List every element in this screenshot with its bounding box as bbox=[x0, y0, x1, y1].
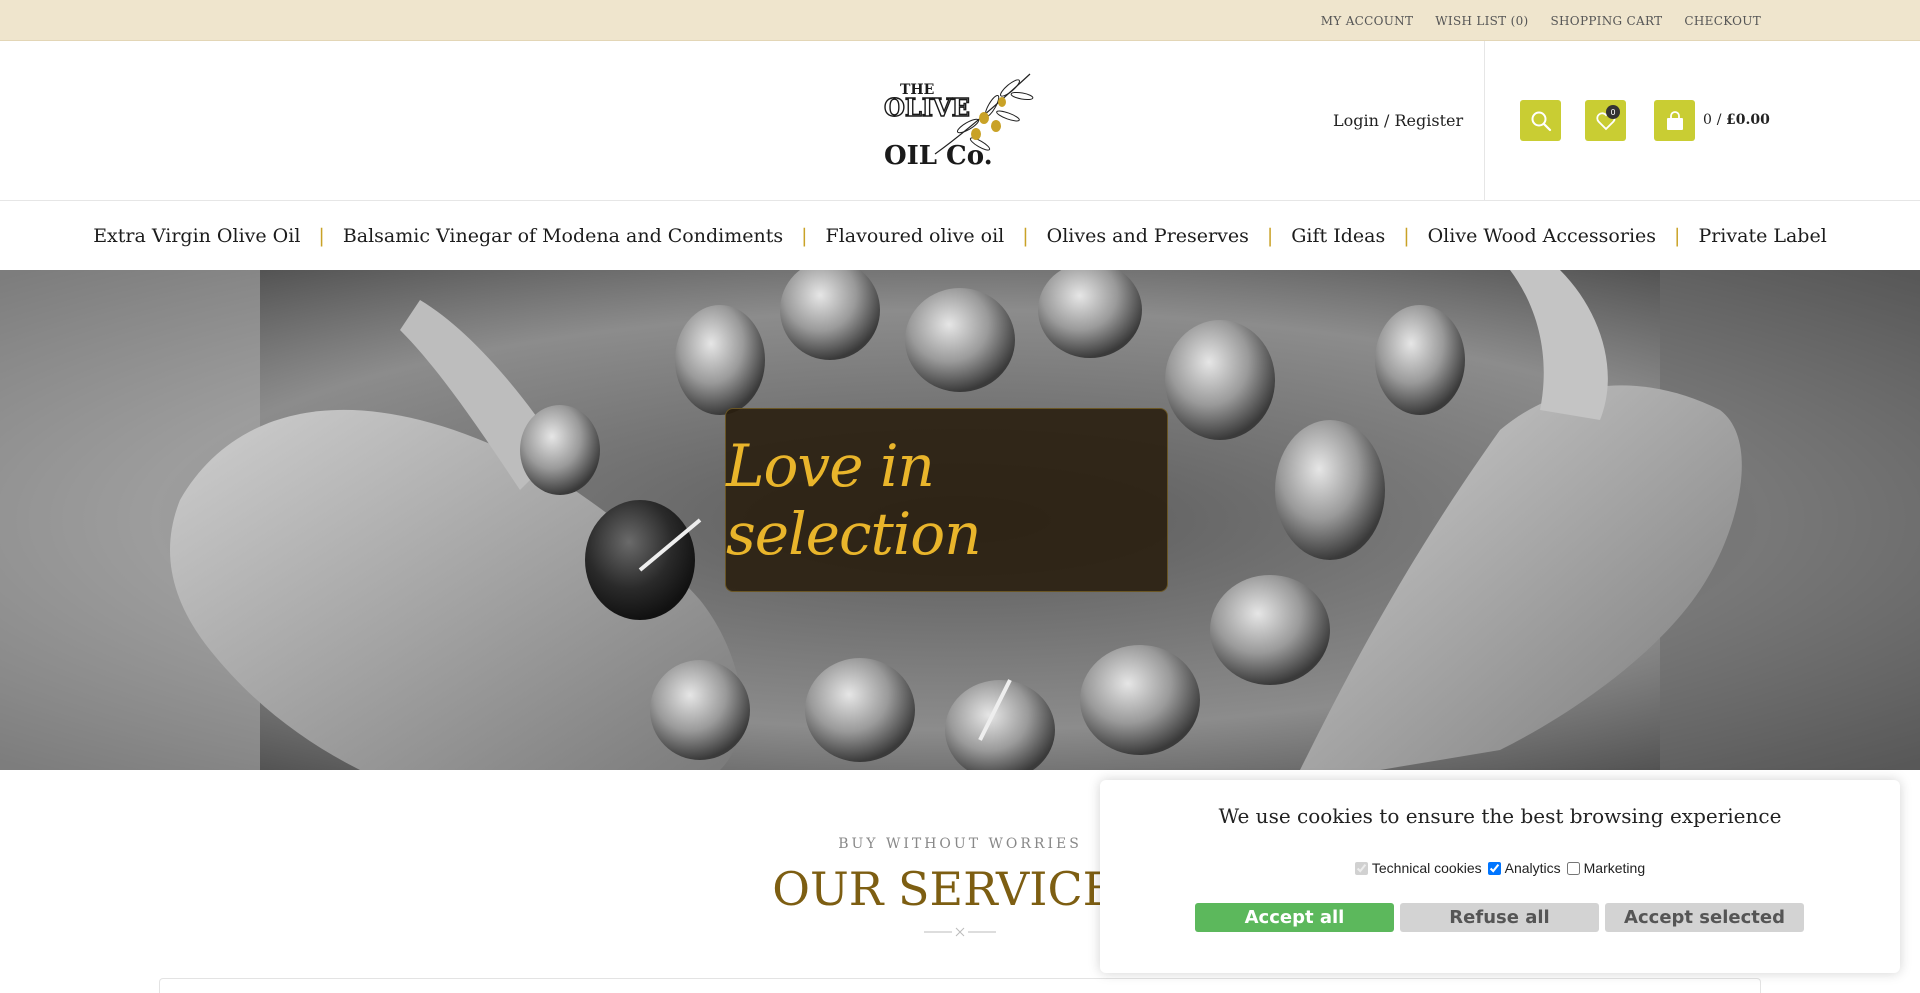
main-navigation: Extra Virgin Olive Oil | Balsamic Vinega… bbox=[0, 202, 1920, 270]
cookie-options: Technical cookies Analytics Marketing bbox=[1100, 860, 1900, 876]
search-button[interactable] bbox=[1520, 100, 1561, 141]
nav-separator: | bbox=[318, 225, 325, 247]
search-icon bbox=[1531, 111, 1551, 131]
nav-separator: | bbox=[1266, 225, 1274, 247]
site-header: THE OLIVE OIL Co. Login / Register 0 0 /… bbox=[0, 41, 1920, 201]
wishlist-button[interactable]: 0 bbox=[1585, 100, 1626, 141]
cart-button[interactable] bbox=[1654, 100, 1695, 141]
accept-all-button[interactable]: Accept all bbox=[1195, 903, 1394, 932]
top-bar: MY ACCOUNT WISH LIST (0) SHOPPING CART C… bbox=[0, 0, 1920, 41]
refuse-all-button[interactable]: Refuse all bbox=[1400, 903, 1599, 932]
nav-balsamic-vinegar[interactable]: Balsamic Vinegar of Modena and Condiment… bbox=[343, 225, 783, 247]
cart-total-amount: £0.00 bbox=[1725, 112, 1770, 128]
nav-gift-ideas[interactable]: Gift Ideas bbox=[1291, 225, 1385, 247]
wish-list-link[interactable]: WISH LIST (0) bbox=[1435, 14, 1528, 28]
shopping-cart-link[interactable]: SHOPPING CART bbox=[1551, 14, 1663, 28]
hero-caption-text: Love in selection bbox=[726, 432, 982, 568]
shopping-bag-icon bbox=[1666, 110, 1683, 130]
header-divider bbox=[1484, 41, 1485, 201]
nav-separator: | bbox=[1674, 225, 1681, 247]
analytics-cookies-option[interactable]: Analytics bbox=[1487, 860, 1561, 876]
site-logo[interactable]: THE OLIVE OIL Co. bbox=[880, 66, 1040, 176]
services-card bbox=[159, 978, 1761, 993]
accept-selected-button[interactable]: Accept selected bbox=[1605, 903, 1804, 932]
nav-separator: | bbox=[1403, 225, 1410, 247]
cookie-consent-banner: We use cookies to ensure the best browsi… bbox=[1100, 780, 1900, 973]
analytics-label: Analytics bbox=[1504, 860, 1561, 876]
nav-olive-wood-accessories[interactable]: Olive Wood Accessories bbox=[1428, 225, 1656, 247]
nav-separator: | bbox=[801, 225, 808, 247]
nav-separator: | bbox=[1022, 225, 1029, 247]
nav-olives-and-preserves[interactable]: Olives and Preserves bbox=[1047, 225, 1249, 247]
hero-caption-box: Love in selection bbox=[725, 408, 1168, 592]
hero-banner[interactable]: Love in selection bbox=[0, 270, 1920, 770]
cookie-title: We use cookies to ensure the best browsi… bbox=[1218, 804, 1782, 828]
olive-branch-logo: THE OLIVE OIL Co. bbox=[883, 73, 1034, 171]
marketing-label: Marketing bbox=[1583, 860, 1646, 876]
nav-flavoured-olive-oil[interactable]: Flavoured olive oil bbox=[826, 225, 1005, 247]
ornament-divider bbox=[924, 927, 996, 937]
cart-summary[interactable]: 0 / £0.00 bbox=[1703, 112, 1770, 128]
marketing-checkbox[interactable] bbox=[1566, 861, 1580, 875]
technical-cookies-label: Technical cookies bbox=[1371, 860, 1482, 876]
login-register-link[interactable]: Login / Register bbox=[1333, 111, 1463, 130]
logo-text-olive: OLIVE bbox=[884, 93, 970, 122]
my-account-link[interactable]: MY ACCOUNT bbox=[1321, 14, 1414, 28]
cookie-buttons: Accept all Refuse all Accept selected bbox=[1195, 903, 1804, 932]
analytics-checkbox[interactable] bbox=[1487, 861, 1501, 875]
technical-cookies-checkbox bbox=[1354, 861, 1368, 875]
technical-cookies-option: Technical cookies bbox=[1354, 860, 1482, 876]
account-links: MY ACCOUNT WISH LIST (0) SHOPPING CART C… bbox=[1321, 0, 1761, 41]
nav-private-label[interactable]: Private Label bbox=[1698, 225, 1826, 247]
checkout-link[interactable]: CHECKOUT bbox=[1684, 14, 1761, 28]
wishlist-count-badge: 0 bbox=[1606, 105, 1620, 119]
logo-text-oil: OIL bbox=[884, 141, 937, 171]
nav-extra-virgin-olive-oil[interactable]: Extra Virgin Olive Oil bbox=[93, 225, 300, 247]
marketing-cookies-option[interactable]: Marketing bbox=[1566, 860, 1646, 876]
logo-text-co: Co. bbox=[946, 141, 993, 171]
cart-count: 0 bbox=[1703, 112, 1712, 128]
